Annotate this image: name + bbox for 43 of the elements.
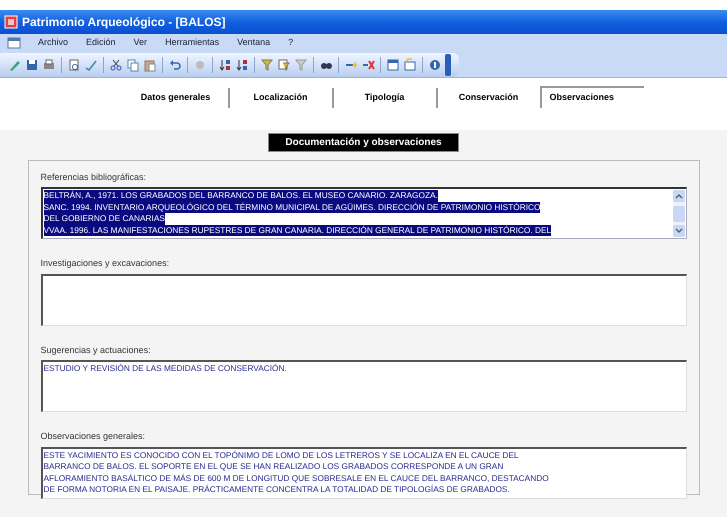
text-line: BARRANCO DE BALOS. EL SOPORTE EN EL QUE SE HAN REALIZADO LOS GRABADOS CORRESPONDE A UN GRAN (44, 461, 504, 472)
delete-record-icon[interactable] (361, 58, 375, 72)
help-icon[interactable] (428, 58, 442, 72)
sort-ascending-icon[interactable] (218, 58, 232, 72)
new-object-icon[interactable] (403, 58, 417, 72)
menu-item[interactable]: Ver (130, 36, 152, 50)
menu-item[interactable]: Archivo (34, 36, 72, 50)
text-area[interactable] (40, 187, 686, 239)
text-area[interactable] (40, 274, 686, 326)
menu-item[interactable]: Edición (82, 36, 120, 50)
text-line: ESTUDIO Y REVISIÓN DE LAS MEDIDAS DE CONSERVACIÓN. (44, 363, 287, 374)
sort-descending-icon[interactable] (235, 58, 249, 72)
scroll-thumb-icon[interactable] (672, 206, 684, 222)
print-icon[interactable] (42, 58, 56, 72)
database-window-icon[interactable] (386, 58, 400, 72)
print-preview-icon[interactable] (67, 58, 81, 72)
menu-item[interactable]: Herramientas (161, 36, 224, 50)
copy-icon[interactable] (126, 58, 140, 72)
text-area[interactable] (40, 446, 686, 498)
spelling-icon[interactable] (84, 58, 98, 72)
text-line: AFLORAMIENTO BASÁLTICO DE MÁS DE 600 M DE LONGITUD QUE SOBRESALE EN EL CAUCE DEL BARRANCO, DESTACANDO (44, 472, 549, 484)
undo-icon[interactable] (168, 58, 182, 72)
app-icon (4, 15, 18, 29)
scroll-down-icon[interactable] (672, 225, 684, 237)
save-icon[interactable] (25, 58, 39, 72)
menu-item[interactable]: Ventana (233, 36, 274, 50)
field-label: Observaciones generales: (40, 430, 146, 443)
field-label: Sugerencias y actuaciones: (40, 344, 151, 357)
field-label: Referencias bibliográficas: (40, 170, 146, 184)
cut-icon[interactable] (109, 58, 123, 72)
text-area[interactable]: ESTUDIO Y REVISIÓN DE LAS MEDIDAS DE CONSERVACIÓN. (40, 360, 686, 412)
text-line: DE FORMA NOTORIA EN EL PAISAJE. PRÁCTICAMENTE CONCENTRA LA TOTALIDAD DE TIPOLOGÍAS DE GRABADOS. (44, 484, 510, 496)
filter-icon[interactable] (260, 58, 274, 72)
filter-form-icon[interactable] (277, 58, 291, 72)
tab[interactable]: Observaciones (540, 86, 644, 108)
field-label: Investigaciones y excavaciones: (40, 257, 170, 270)
window-title: Patrimonio Arqueológico - [BALOS] (22, 14, 226, 31)
section-header: Documentación y observaciones (268, 132, 459, 152)
toolbar-grip-icon[interactable] (445, 54, 451, 76)
scroll-up-icon[interactable] (672, 190, 684, 202)
text-line: ESTE YACIMIENTO ES CONOCIDO CON EL TOPÓNIMO DE LOMO DE LOS LETREROS Y SE LOCALIZA EN EL CAUCE DEL (44, 450, 519, 461)
menu-item[interactable]: ? (284, 36, 298, 50)
paste-icon[interactable] (143, 58, 157, 72)
